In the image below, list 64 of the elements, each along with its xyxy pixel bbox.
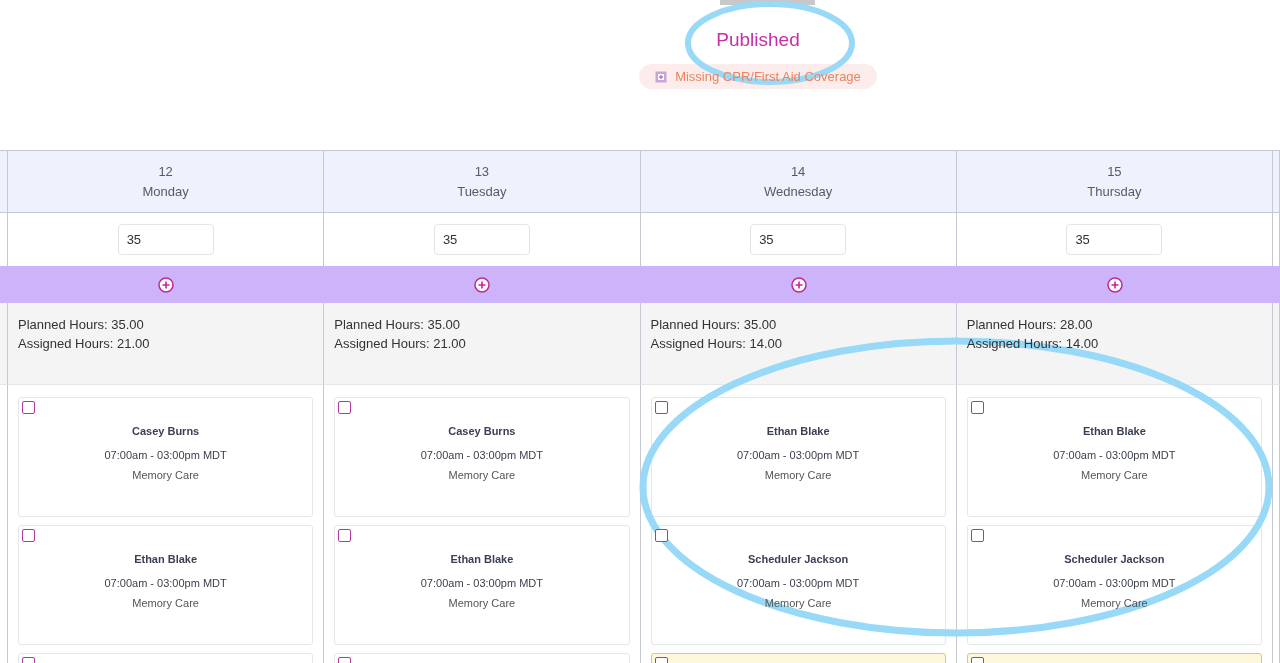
day-date: 12 [158,164,173,179]
shift-card[interactable]: Casey Burns 07:00am - 03:00pm MDT Memory Care [334,397,630,517]
shift-time: 07:00am - 03:00pm MDT [737,577,860,589]
staff-name: Casey Burns [448,425,516,437]
planned-hours: Planned Hours: 35.00 [650,317,778,332]
checkbox[interactable] [22,401,35,414]
status-label: Published [716,29,800,51]
checkbox[interactable] [338,529,352,542]
shift-card[interactable]: Casey Burns 07:00am - 03:00pm MDT Memory Care [18,397,314,517]
hours-input[interactable]: 35 [117,224,214,255]
staff-name: Scheduler Jackson [1064,553,1165,565]
shift-time: 07:00am - 03:00pm MDT [104,577,227,589]
unit-name: Memory Care [1081,597,1148,609]
shift-card[interactable]: Ethan Blake 07:00am - 03:00pm MDT Memory Care [18,525,314,645]
shift-time: 07:00am - 03:00pm MDT [420,577,543,589]
assigned-hours: Assigned Hours: 21.00 [18,336,151,351]
planned-hours: Planned Hours: 28.00 [966,317,1094,332]
shift-time: 07:00am - 03:00pm MDT [104,449,227,461]
day-date: 13 [474,164,490,179]
shift-time: 07:00am - 03:00pm MDT [420,449,543,461]
hours-input[interactable]: 35 [750,224,847,255]
add-icon[interactable] [474,276,491,293]
unit-name: Memory Care [448,597,516,609]
add-icon[interactable] [790,276,807,293]
shift-card[interactable]: Ethan Blake 07:00am - 03:00pm MDT Memory Care [966,397,1262,517]
hours-input[interactable]: 35 [433,224,530,255]
unit-name: Memory Care [764,469,832,481]
first-aid-icon [655,70,668,83]
staff-name: Ethan Blake [766,425,830,437]
planned-hours: Planned Hours: 35.00 [334,317,461,332]
shift-time: 07:00am - 03:00pm MDT [1053,577,1176,589]
checkbox[interactable] [970,401,984,414]
unit-name: Memory Care [132,469,199,481]
checkbox[interactable] [654,529,668,542]
shift-card[interactable]: Scheduler Jackson 07:00am - 03:00pm MDT Memory Care [966,525,1262,645]
shift-card[interactable]: Ethan Blake 07:00am - 03:00pm MDT Memory Care [334,525,630,645]
day-name: Thursday [1087,184,1142,199]
day-name: Wednesday [763,184,833,199]
assigned-hours: Assigned Hours: 21.00 [334,336,467,351]
assigned-hours: Assigned Hours: 14.00 [650,336,784,351]
unit-name: Memory Care [448,469,516,481]
add-icon[interactable] [1106,276,1123,293]
staff-name: Ethan Blake [1082,425,1146,437]
checkbox[interactable] [654,401,668,414]
checkbox[interactable] [970,529,984,542]
hours-input[interactable]: 35 [1066,224,1163,255]
shift-time: 07:00am - 03:00pm MDT [1053,449,1176,461]
day-name: Tuesday [457,184,507,199]
checkbox[interactable] [338,401,352,414]
shift-time: 07:00am - 03:00pm MDT [737,449,860,461]
staff-name: Ethan Blake [134,553,198,565]
day-date: 14 [790,164,806,179]
add-icon[interactable] [158,276,175,293]
day-name: Monday [142,184,189,199]
day-date: 15 [1107,164,1122,179]
unit-name: Memory Care [132,597,199,609]
unit-name: Memory Care [1081,469,1148,481]
staff-name: Scheduler Jackson [748,553,849,565]
staff-name: Casey Burns [132,425,200,437]
shift-card[interactable]: Ethan Blake 07:00am - 03:00pm MDT Memory Care [650,397,946,517]
checkbox[interactable] [22,529,35,542]
staff-name: Ethan Blake [450,553,514,565]
assigned-hours: Assigned Hours: 14.00 [966,336,1100,351]
planned-hours: Planned Hours: 35.00 [18,317,145,332]
